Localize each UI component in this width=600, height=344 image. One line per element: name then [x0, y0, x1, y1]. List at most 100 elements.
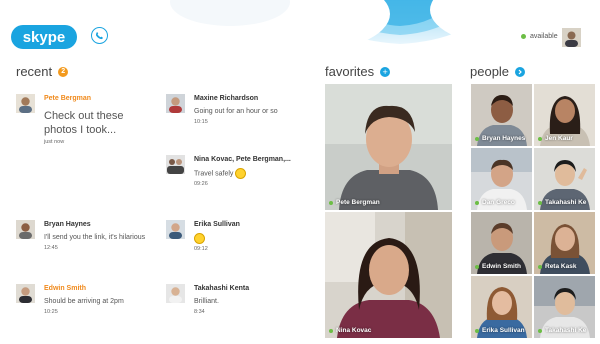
- message-preview: Brilliant.: [194, 298, 219, 305]
- avatar: [16, 284, 35, 303]
- conversation-item[interactable]: Takahashi Kenta Brilliant. 8:34: [166, 284, 249, 316]
- contact-name: Takahashi Ke: [545, 327, 587, 334]
- people-more-button[interactable]: [515, 66, 526, 77]
- contact-name: Nina Kovac, Pete Bergman,...: [194, 156, 291, 163]
- conversation-item[interactable]: Nina Kovac, Pete Bergman,... Travel safe…: [166, 155, 291, 188]
- people-tile[interactable]: Erika Sullivan: [471, 276, 532, 338]
- timestamp: 10:25: [44, 309, 58, 315]
- recent-header: recent 2: [16, 64, 69, 79]
- logo-text: skype: [23, 29, 66, 46]
- contact-photo: [325, 212, 452, 338]
- call-button[interactable]: [91, 27, 108, 44]
- conversation-item[interactable]: Bryan Haynes I'll send you the link, it'…: [16, 220, 145, 252]
- contact-name: Erika Sullivan: [482, 327, 525, 334]
- people-tile[interactable]: Bryan Haynes: [471, 84, 532, 146]
- contact-name: Edwin Smith: [482, 263, 521, 270]
- favorite-tile[interactable]: Nina Kovac: [325, 212, 452, 338]
- online-dot: [475, 200, 479, 205]
- online-dot: [475, 136, 479, 141]
- chevron-right-icon: [518, 69, 522, 74]
- conversation-item[interactable]: Edwin Smith Should be arriving at 2pm 10…: [16, 284, 124, 316]
- contact-label: Dan Greco: [475, 199, 515, 206]
- people-tile[interactable]: Takahashi Ke: [534, 276, 595, 338]
- contact-label: Jen Kaur: [538, 135, 573, 142]
- smiley-emoticon-icon: [235, 168, 247, 179]
- contact-label: Takahashi Ke: [538, 327, 586, 334]
- message-preview: [194, 233, 240, 244]
- online-dot: [475, 264, 479, 269]
- favorites-title: favorites: [325, 64, 375, 79]
- people-tile[interactable]: Reta Kask: [534, 212, 595, 274]
- group-avatar: [166, 155, 185, 174]
- people-tile[interactable]: Dan Greco: [471, 148, 532, 210]
- recent-title: recent: [16, 64, 53, 79]
- contact-label: Reta Kask: [538, 263, 576, 270]
- contact-name: Takahashi Kenta: [194, 285, 250, 292]
- message-preview: Should be arriving at 2pm: [44, 298, 124, 305]
- timestamp: 8:34: [194, 309, 205, 315]
- online-dot: [475, 328, 479, 333]
- contact-name: Bryan Haynes: [482, 135, 526, 142]
- phone-icon: [96, 31, 104, 40]
- plus-icon: +: [382, 66, 388, 77]
- online-dot: [329, 200, 333, 205]
- online-dot: [538, 136, 542, 141]
- timestamp: 09:26: [194, 181, 208, 188]
- timestamp: 09:12: [194, 246, 208, 253]
- conversation-item[interactable]: Maxine Richardson Going out for an hour …: [166, 94, 278, 126]
- smiley-emoticon-icon: [194, 233, 205, 244]
- avatar: [166, 284, 185, 303]
- online-dot: [538, 200, 542, 205]
- contact-name: Bryan Haynes: [44, 221, 91, 228]
- online-dot: [538, 264, 542, 269]
- add-favorite-button[interactable]: +: [380, 66, 391, 77]
- timestamp: 12:45: [44, 245, 58, 251]
- online-dot: [538, 328, 542, 333]
- my-avatar[interactable]: [562, 28, 581, 47]
- contact-name: Jen Kaur: [545, 135, 573, 142]
- contact-label: Pete Bergman: [329, 199, 380, 206]
- contact-name: Maxine Richardson: [194, 95, 259, 102]
- avatar: [166, 220, 185, 239]
- timestamp: just now: [44, 139, 65, 145]
- avatar: [166, 94, 185, 113]
- contact-photo: [325, 84, 452, 210]
- contact-name: Takahashi Ke: [545, 199, 587, 206]
- contact-label: Bryan Haynes: [475, 135, 525, 142]
- recent-count-badge: 2: [58, 66, 69, 77]
- conversation-item[interactable]: Erika Sullivan 09:12: [166, 220, 240, 253]
- contact-name: Reta Kask: [545, 263, 577, 270]
- conversation-item[interactable]: Pete Bergman Check out these photos I to…: [16, 94, 154, 146]
- contact-name: Edwin Smith: [44, 285, 86, 292]
- availability-status[interactable]: available: [521, 33, 558, 40]
- avatar: [16, 220, 35, 239]
- message-preview: Going out for an hour or so: [194, 108, 278, 115]
- people-title: people: [470, 64, 510, 79]
- favorite-tile[interactable]: Pete Bergman: [325, 84, 452, 210]
- people-tile[interactable]: Jen Kaur: [534, 84, 595, 146]
- avatar: [16, 94, 35, 113]
- contact-label: Takahashi Ke: [538, 199, 586, 206]
- contact-name: Erika Sullivan: [194, 221, 240, 228]
- contact-name: Dan Greco: [482, 199, 515, 206]
- header-clouds: [170, 0, 600, 54]
- favorites-header: favorites +: [325, 64, 391, 79]
- skype-logo: skype: [11, 25, 77, 49]
- message-preview: Travel safely: [194, 168, 291, 179]
- contact-label: Edwin Smith: [475, 263, 521, 270]
- contact-name: Pete Bergman: [44, 95, 92, 102]
- message-text: Travel safely: [194, 170, 234, 178]
- message-preview: Check out these photos I took...: [44, 110, 124, 136]
- contact-name: Pete Bergman: [336, 199, 380, 206]
- online-dot: [329, 328, 333, 333]
- message-preview: I'll send you the link, it's hilarious: [44, 234, 146, 241]
- online-dot: [521, 34, 526, 39]
- people-tile[interactable]: Edwin Smith: [471, 212, 532, 274]
- timestamp: 10:15: [194, 119, 208, 125]
- status-label: available: [530, 33, 558, 40]
- contact-label: Erika Sullivan: [475, 327, 525, 334]
- contact-label: Nina Kovac: [329, 327, 371, 334]
- contact-name: Nina Kovac: [336, 327, 372, 334]
- people-tile[interactable]: Takahashi Ke: [534, 148, 595, 210]
- people-header: people: [470, 64, 526, 79]
